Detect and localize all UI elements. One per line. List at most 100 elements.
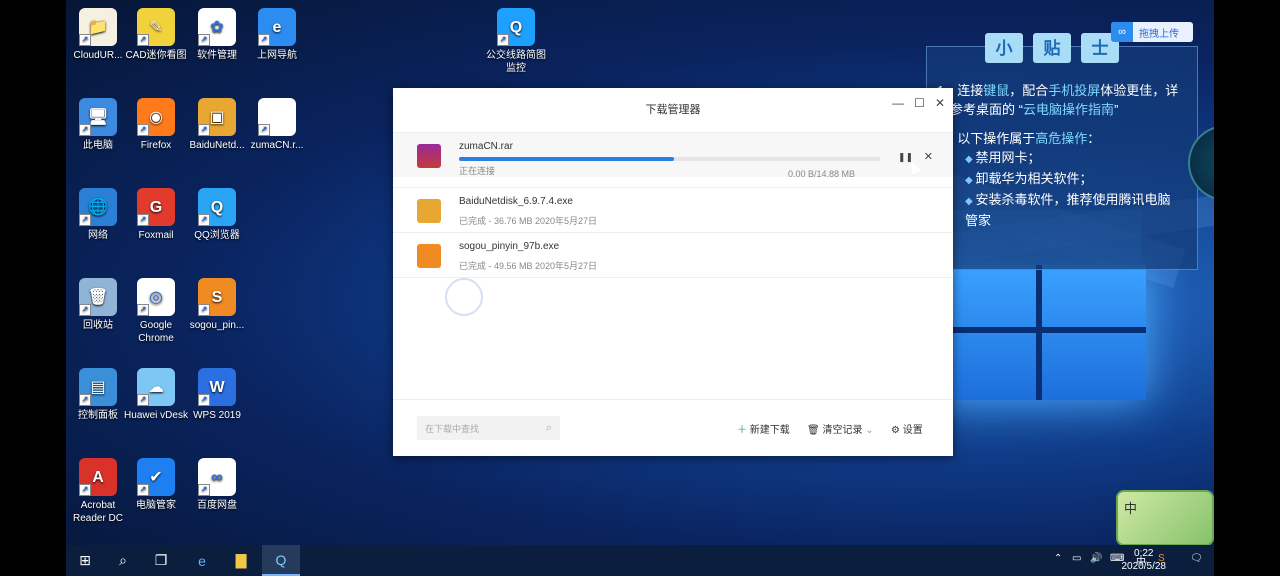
google-chrome-icon: ◎ ↗: [137, 278, 175, 316]
search-icon[interactable]: ⌕: [104, 545, 142, 576]
foxmail-icon: G ↗: [137, 188, 175, 226]
settings-button[interactable]: ⚙ 设置: [891, 421, 923, 436]
acrobat-shortcut[interactable]: A ↗ Acrobat Reader DC: [66, 458, 130, 525]
shortcut-arrow-icon: ↗: [198, 394, 210, 406]
file-name: zumaCN.rar: [459, 141, 513, 152]
window-logo: [936, 265, 1146, 400]
tips-char: 贴: [1033, 33, 1071, 63]
search-placeholder: 在下载中查找: [425, 423, 480, 434]
icon-label: 上网导航: [257, 50, 297, 61]
qq-browser-taskbar-icon[interactable]: Q: [262, 545, 300, 576]
huawei-vdesk-icon: ☁ ↗: [137, 368, 175, 406]
file-explorer-icon[interactable]: ▇: [222, 545, 260, 576]
firefox-shortcut[interactable]: ◉ ↗ Firefox: [124, 98, 188, 152]
window-title: 下载管理器: [645, 104, 701, 116]
recycle-bin-shortcut[interactable]: 🗑 ↗ 回收站: [66, 278, 130, 332]
maximize-icon[interactable]: ☐: [914, 96, 925, 110]
download-status: 已完成 - 49.56 MB 2020年5月27日: [459, 261, 598, 271]
shortcut-arrow-icon: ↗: [198, 484, 210, 496]
footer: 在下载中查找 ⌕ ＋ 新建下载 🗑 清空记录 ⌄ ⚙ 设置: [393, 399, 953, 456]
pc-manager-shortcut[interactable]: ✔ ↗ 电脑管家: [124, 458, 188, 512]
shortcut-arrow-icon: ↗: [497, 34, 509, 46]
notification-icon[interactable]: 🗨: [1190, 553, 1203, 564]
icon-label: zumaCN.r...: [250, 140, 304, 151]
icon-label: Foxmail: [138, 230, 174, 241]
download-item[interactable]: sogou_pinyin_97b.exe 已完成 - 49.56 MB 2020…: [393, 232, 953, 277]
ie-icon[interactable]: e: [183, 545, 221, 576]
right-letterbox: [1214, 0, 1280, 576]
download-status: 已完成 - 36.76 MB 2020年5月27日: [459, 216, 598, 226]
foxmail-shortcut[interactable]: G ↗ Foxmail: [124, 188, 188, 242]
cad-viewer-shortcut[interactable]: ✎ ↗ CAD迷你看图: [124, 8, 188, 62]
cloud-icon: ∞: [1111, 22, 1133, 42]
download-status: 正在连接: [459, 166, 496, 176]
web-nav-shortcut[interactable]: e ↗ 上网导航: [245, 8, 309, 62]
search-input[interactable]: 在下载中查找 ⌕: [417, 416, 560, 440]
start-button[interactable]: ⊞: [66, 545, 104, 576]
icon-label: BaiduNetd...: [189, 140, 245, 151]
volume-icon[interactable]: 🔊: [1090, 553, 1102, 564]
icon-label: 控制面板: [78, 410, 118, 421]
shortcut-arrow-icon: ↗: [258, 34, 270, 46]
remove-icon[interactable]: ✕: [924, 150, 933, 163]
new-download-button[interactable]: ＋ 新建下载: [737, 421, 790, 436]
zumacn-file-icon: ↗: [258, 98, 296, 136]
plus-icon: ＋: [737, 425, 747, 436]
exe-file-icon: [417, 199, 441, 223]
control-panel-shortcut[interactable]: ▤ ↗ 控制面板: [66, 368, 130, 422]
divider: [393, 277, 953, 278]
network-tray-icon[interactable]: ▭: [1072, 553, 1081, 564]
baidunetdisk-exe-shortcut[interactable]: ▣ ↗ BaiduNetd...: [185, 98, 249, 152]
shortcut-arrow-icon: ↗: [198, 304, 210, 316]
tip-line-2: 2、以下操作属于高危操作：: [937, 131, 1101, 146]
baidu-netdisk-shortcut[interactable]: ∞ ↗ 百度网盘: [185, 458, 249, 512]
taskbar: ⊞ ⌕ ❐ e ▇ Q ⌃ ▭ 🔊 ⌨ 中 S 0:22 2020/5/28 🗨: [66, 545, 1214, 576]
clear-records-label: 清空记录: [822, 425, 863, 436]
cloudurl-shortcut[interactable]: 📁 ↗ CloudUR...: [66, 8, 130, 62]
minimize-icon[interactable]: —: [892, 96, 904, 110]
download-item[interactable]: BaiduNetdisk_6.9.7.4.exe 已完成 - 36.76 MB …: [393, 187, 953, 232]
sogou-pinyin-shortcut[interactable]: S ↗ sogou_pin...: [185, 278, 249, 332]
cad-viewer-icon: ✎ ↗: [137, 8, 175, 46]
bus-route-shortcut[interactable]: Q ↗ 公交线路简图监控: [484, 8, 548, 75]
shortcut-arrow-icon: ↗: [137, 304, 149, 316]
chevron-down-icon: ⌄: [865, 425, 874, 436]
baidu-netdisk-icon: ∞ ↗: [198, 458, 236, 496]
ime-skin-widget[interactable]: 中: [1116, 490, 1214, 545]
icon-label: CloudUR...: [73, 50, 123, 61]
baidunetdisk-exe-icon: ▣ ↗: [198, 98, 236, 136]
network-icon: 🌐 ↗: [79, 188, 117, 226]
acrobat-icon: A ↗: [79, 458, 117, 496]
control-panel-icon: ▤ ↗: [79, 368, 117, 406]
web-nav-icon: e ↗: [258, 8, 296, 46]
close-icon[interactable]: ✕: [935, 96, 945, 110]
huawei-vdesk-shortcut[interactable]: ☁ ↗ Huawei vDesk: [124, 368, 188, 422]
download-size: 0.00 B/14.88 MB: [788, 169, 856, 179]
icon-label: Acrobat Reader DC: [72, 500, 124, 524]
latency-value: 29ms: [1190, 151, 1214, 160]
clear-records-button[interactable]: 🗑 清空记录 ⌄: [807, 421, 874, 436]
tray-chevron-up-icon[interactable]: ⌃: [1054, 553, 1062, 564]
qq-browser-shortcut[interactable]: Q ↗ QQ浏览器: [185, 188, 249, 242]
shortcut-arrow-icon: ↗: [258, 124, 270, 136]
icon-label: 电脑管家: [136, 500, 176, 511]
clock[interactable]: 0:22 2020/5/28: [1122, 547, 1167, 573]
cloudurl-icon: 📁 ↗: [79, 8, 117, 46]
icon-label: sogou_pin...: [189, 320, 245, 331]
drag-upload-button[interactable]: ∞ 拖拽上传: [1111, 22, 1193, 42]
network-shortcut[interactable]: 🌐 ↗ 网络: [66, 188, 130, 242]
google-chrome-shortcut[interactable]: ◎ ↗ Google Chrome: [124, 278, 188, 345]
download-item[interactable]: zumaCN.rar 正在连接 0.00 B/14.88 MB ❚❚ ✕: [393, 132, 953, 179]
shortcut-arrow-icon: ↗: [79, 34, 91, 46]
task-view-icon[interactable]: ❐: [142, 545, 180, 576]
wps-shortcut[interactable]: W ↗ WPS 2019: [185, 368, 249, 422]
download-manager-window: 下载管理器 — ☐ ✕ zumaCN.rar 正在连接 0.00 B/14.88…: [393, 88, 953, 456]
tips-header: 小 贴 士: [985, 33, 1119, 63]
date: 2020/5/28: [1121, 561, 1167, 572]
zumacn-file-shortcut[interactable]: ↗ zumaCN.r...: [245, 98, 309, 152]
file-name: BaiduNetdisk_6.9.7.4.exe: [459, 196, 573, 207]
software-manager-shortcut[interactable]: ✿ ↗ 软件管理: [185, 8, 249, 62]
shortcut-arrow-icon: ↗: [198, 34, 210, 46]
this-pc-shortcut[interactable]: 🖥 ↗ 此电脑: [66, 98, 130, 152]
firefox-icon: ◉ ↗: [137, 98, 175, 136]
